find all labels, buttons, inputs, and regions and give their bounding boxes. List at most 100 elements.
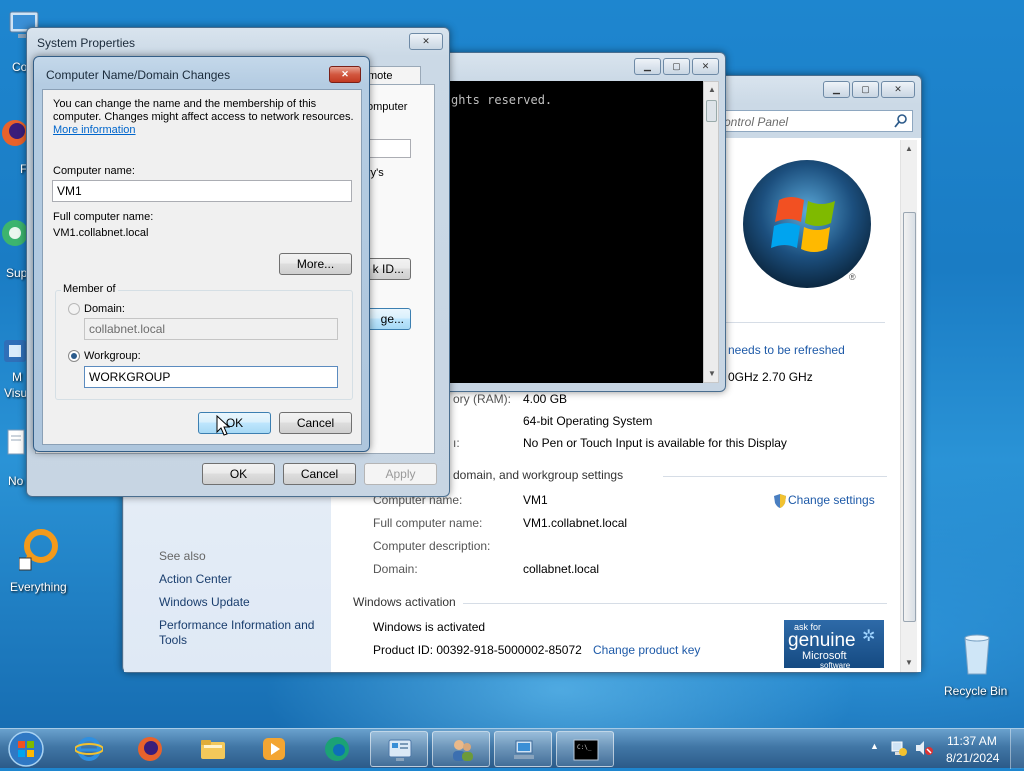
sysprop-ok-button[interactable]: OK: [202, 463, 275, 485]
intro-text-line1: You can change the name and the membersh…: [53, 98, 317, 110]
folder-icon: [201, 740, 225, 759]
registered-mark: ®: [849, 272, 856, 282]
section-divider: [725, 322, 885, 323]
change-settings-link[interactable]: Change settings: [788, 493, 875, 507]
see-also-action-center[interactable]: Action Center: [159, 572, 232, 586]
taskbar-firefox[interactable]: [121, 731, 179, 767]
tray-expand-icon[interactable]: ▲: [870, 741, 879, 751]
section-divider: [463, 603, 887, 604]
domain-input[interactable]: collabnet.local: [84, 318, 338, 340]
section-activation-heading: Windows activation: [353, 595, 456, 609]
genuine-line2: genuine: [788, 630, 856, 651]
dialog-cancel-button[interactable]: Cancel: [279, 412, 352, 434]
scroll-thumb[interactable]: [706, 100, 717, 122]
more-button[interactable]: More...: [279, 253, 352, 275]
computer-name-value: VM1: [523, 493, 548, 507]
change-label: ge...: [380, 312, 404, 326]
see-also-performance[interactable]: Performance Information and Tools: [159, 618, 329, 648]
pen-value: No Pen or Touch Input is available for t…: [523, 436, 787, 450]
product-id: Product ID: 00392-918-5000002-85072: [373, 643, 582, 657]
computer-name-input[interactable]: VM1: [52, 180, 352, 202]
window-title: System Properties: [37, 36, 136, 50]
show-desktop-button[interactable]: [1010, 729, 1024, 769]
desktop-icon-recycle-bin[interactable]: Recycle Bin: [940, 630, 1014, 698]
clock-date[interactable]: 8/21/2024: [946, 751, 999, 765]
computer-description-field[interactable]: [369, 139, 411, 158]
desktop-icon-everything[interactable]: Everything: [2, 528, 76, 594]
cpu-speed: 0GHz 2.70 GHz: [728, 370, 813, 384]
taskbar-edge[interactable]: [308, 731, 366, 767]
change-product-key-link[interactable]: Change product key: [593, 643, 700, 657]
clock-time[interactable]: 11:37 AM: [947, 734, 997, 748]
control-panel-icon: [388, 739, 412, 761]
cmd-window: ▁ ▢ ✕ ghts reserved. ▲ ▼: [438, 52, 726, 392]
cmd-caption-buttons: ▁ ▢ ✕: [634, 58, 719, 75]
start-button[interactable]: [6, 730, 46, 768]
refresh-notice-link[interactable]: needs to be refreshed: [728, 343, 845, 357]
taskbar-users[interactable]: [432, 731, 490, 767]
desktop-icon-label: M: [12, 370, 22, 384]
firefox-icon: [138, 737, 162, 761]
taskbar-internet-explorer[interactable]: [60, 731, 118, 767]
maximize-button[interactable]: ▢: [663, 58, 690, 75]
full-name-label: Full computer name:: [53, 211, 154, 223]
system-type-value: 64-bit Operating System: [523, 414, 653, 428]
domain-value: collabnet.local: [523, 562, 600, 576]
shield-icon: [773, 493, 787, 512]
volume-muted-icon[interactable]: [914, 739, 934, 760]
cmd-scrollbar[interactable]: ▲ ▼: [703, 81, 719, 383]
genuine-line4: software: [820, 661, 851, 668]
maximize-button[interactable]: ▢: [852, 81, 879, 98]
scroll-thumb[interactable]: [903, 212, 916, 622]
workgroup-radio[interactable]: [68, 350, 80, 362]
cmd-output-text: ghts reserved.: [451, 93, 553, 107]
cmd-icon: C:\_: [573, 739, 599, 761]
sysprop-cancel-button[interactable]: Cancel: [283, 463, 356, 485]
scroll-up-icon[interactable]: ▲: [708, 85, 716, 94]
media-player-icon: [263, 738, 285, 760]
desktop-icon-label: Recycle Bin: [944, 684, 1008, 698]
domain-radio[interactable]: [68, 303, 80, 315]
search-placeholder: ontrol Panel: [724, 115, 789, 129]
dialog-ok-button[interactable]: OK: [198, 412, 271, 434]
ram-value: 4.00 GB: [523, 392, 568, 406]
dialog-body: You can change the name and the membersh…: [42, 89, 362, 445]
mouse-cursor-icon: [216, 414, 231, 440]
taskbar-media-player[interactable]: [245, 731, 303, 767]
close-button[interactable]: ✕: [409, 33, 443, 50]
control-panel-search[interactable]: ontrol Panel: [721, 110, 913, 132]
tab-remote[interactable]: mote: [363, 66, 421, 84]
minimize-button[interactable]: ▁: [823, 81, 850, 98]
content-scrollbar[interactable]: ▲ ▼: [900, 140, 917, 672]
taskbar-explorer[interactable]: [184, 731, 242, 767]
desktop-icon-label: Everything: [10, 580, 67, 594]
sysprop-apply-button[interactable]: Apply: [364, 463, 437, 485]
cmd-console[interactable]: ghts reserved.: [439, 81, 703, 383]
minimize-button[interactable]: ▁: [634, 58, 661, 75]
taskbar: C:\_ ▲ 11:37 AM 8/21/2024: [0, 728, 1024, 769]
network-status-icon[interactable]: [890, 739, 908, 760]
taskbar-control-panel[interactable]: [370, 731, 428, 767]
more-information-link[interactable]: More information: [53, 124, 136, 136]
sysprop-bg-text: omputer: [367, 101, 408, 113]
network-icon: [514, 740, 534, 759]
scroll-up-icon[interactable]: ▲: [905, 144, 913, 153]
close-button[interactable]: ✕: [692, 58, 719, 75]
genuine-microsoft-badge[interactable]: ask for genuine Microsoft software ✲: [784, 620, 884, 668]
domain-label: Domain:: [373, 562, 418, 576]
section-computer-heading: domain, and workgroup settings: [453, 468, 624, 482]
scroll-down-icon[interactable]: ▼: [708, 369, 716, 378]
see-also-windows-update[interactable]: Windows Update: [159, 595, 250, 609]
scroll-down-icon[interactable]: ▼: [905, 658, 913, 667]
desktop-icon-label: Sup: [6, 266, 28, 280]
close-button[interactable]: ✕: [881, 81, 915, 98]
computer-name-dialog: Computer Name/Domain Changes ✕ You can c…: [33, 56, 370, 452]
taskbar-network[interactable]: [494, 731, 552, 767]
workgroup-input[interactable]: WORKGROUP: [84, 366, 338, 388]
recycle-bin-icon: [957, 630, 997, 676]
control-panel-caption-buttons: ▁ ▢ ✕: [823, 81, 915, 98]
see-also-heading: See also: [159, 549, 206, 563]
svg-text:C:\_: C:\_: [577, 744, 592, 751]
close-button[interactable]: ✕: [329, 66, 361, 83]
taskbar-cmd[interactable]: C:\_: [556, 731, 614, 767]
